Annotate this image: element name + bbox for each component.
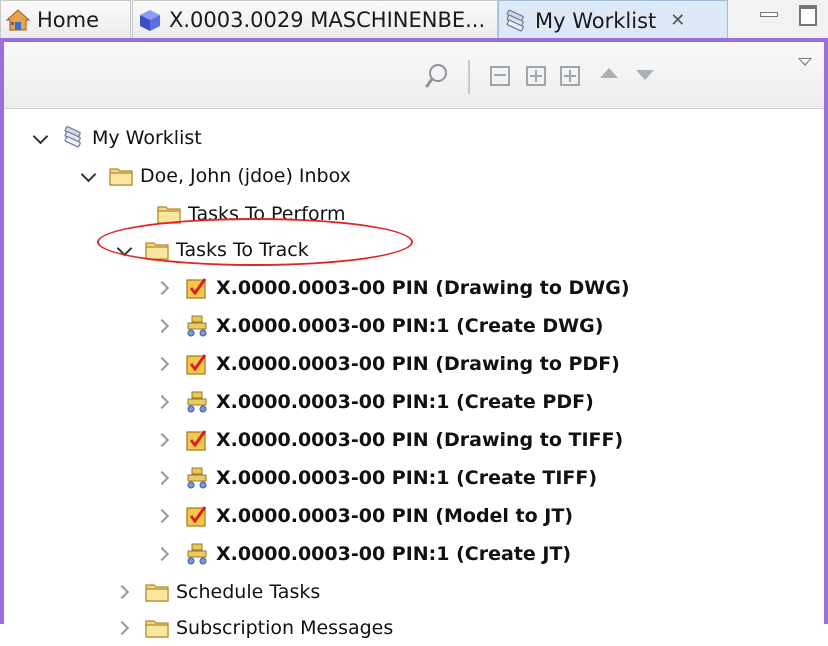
workflow-task-icon: [187, 543, 207, 565]
tab-my-worklist[interactable]: My Worklist ✕: [498, 0, 728, 40]
toolbar-separator: [468, 60, 470, 94]
folder-icon: [145, 242, 169, 260]
tab-item-maschinenbe[interactable]: X.0003.0029 MASCHINENBE...: [132, 0, 498, 38]
maximize-view-button[interactable]: [796, 2, 818, 26]
tree-node-task[interactable]: X.0000.0003-00 PIN (Drawing to PDF): [154, 346, 620, 382]
minimize-view-button[interactable]: [757, 2, 779, 26]
tree-node-label: X.0000.0003-00 PIN (Model to JT): [216, 505, 574, 527]
folder-icon: [145, 584, 169, 602]
tree-node-label: X.0000.0003-00 PIN:1 (Create JT): [216, 543, 572, 565]
tree-node-label: X.0000.0003-00 PIN:1 (Create DWG): [216, 315, 604, 337]
tree-node-tasks-to-track[interactable]: Tasks To Track: [114, 232, 309, 268]
tree-node-label: X.0000.0003-00 PIN (Drawing to PDF): [216, 353, 620, 375]
expanded-chevron-icon[interactable]: [30, 127, 52, 149]
tree-node-task[interactable]: X.0000.0003-00 PIN (Drawing to DWG): [154, 270, 630, 306]
collapsed-chevron-icon[interactable]: [154, 505, 176, 527]
collapsed-chevron-icon[interactable]: [154, 429, 176, 451]
tree-node-schedule-tasks[interactable]: Schedule Tasks: [114, 574, 320, 610]
worklist-icon: [64, 126, 81, 148]
workflow-task-icon: [187, 467, 207, 489]
tree-node-my-worklist[interactable]: My Worklist: [30, 120, 202, 156]
collapsed-chevron-icon[interactable]: [114, 617, 136, 639]
move-down-icon[interactable]: [636, 70, 654, 80]
collapsed-chevron-icon[interactable]: [154, 353, 176, 375]
home-icon: [5, 8, 31, 30]
tree-node-task[interactable]: X.0000.0003-00 PIN (Drawing to TIFF): [154, 422, 623, 458]
item-cube-icon: [140, 9, 160, 31]
tab-item-label: X.0003.0029 MASCHINENBE...: [169, 7, 486, 32]
folder-icon: [109, 168, 133, 186]
tree-node-task[interactable]: X.0000.0003-00 PIN:1 (Create JT): [154, 536, 571, 572]
tree-node-label: Tasks To Perform: [188, 203, 346, 225]
tree-node-label: X.0000.0003-00 PIN:1 (Create PDF): [216, 391, 594, 413]
tree-node-subscription-messages[interactable]: Subscription Messages: [114, 610, 393, 646]
tree-node-label: Subscription Messages: [176, 617, 394, 639]
collapsed-chevron-icon[interactable]: [154, 391, 176, 413]
tree-node-label: My Worklist: [92, 127, 202, 149]
tree-node-label: X.0000.0003-00 PIN:1 (Create TIFF): [216, 467, 598, 489]
folder-icon: [157, 206, 181, 224]
close-tab-icon[interactable]: ✕: [670, 10, 685, 31]
expand-all-icon[interactable]: [560, 66, 580, 86]
workflow-task-icon: [187, 391, 207, 413]
view-toolbar: [4, 42, 824, 109]
collapsed-chevron-icon[interactable]: [154, 543, 176, 565]
move-up-icon[interactable]: [600, 68, 618, 78]
collapse-icon[interactable]: [490, 66, 510, 86]
tree-node-label: Doe, John (jdoe) Inbox: [140, 165, 351, 187]
checkmark-task-icon: [186, 354, 207, 375]
expanded-chevron-icon[interactable]: [114, 239, 136, 261]
search-icon[interactable]: [424, 62, 452, 90]
collapsed-chevron-icon[interactable]: [154, 315, 176, 337]
tab-my-worklist-label: My Worklist: [535, 8, 657, 33]
expand-icon[interactable]: [526, 66, 546, 86]
worklist-icon: [506, 9, 524, 31]
collapsed-chevron-icon[interactable]: [154, 467, 176, 489]
expanded-chevron-icon[interactable]: [78, 165, 100, 187]
tab-home[interactable]: Home: [0, 0, 131, 38]
tree-node-task[interactable]: X.0000.0003-00 PIN:1 (Create PDF): [154, 384, 594, 420]
tree-node-label: Tasks To Track: [176, 239, 309, 261]
tree-node-task[interactable]: X.0000.0003-00 PIN:1 (Create TIFF): [154, 460, 597, 496]
collapsed-chevron-icon[interactable]: [154, 277, 176, 299]
workflow-task-icon: [187, 315, 207, 337]
tree-node-task[interactable]: X.0000.0003-00 PIN:1 (Create DWG): [154, 308, 603, 344]
my-worklist-view: My Worklist Doe, John (jdoe) Inbox Tasks…: [0, 38, 828, 639]
view-menu-icon[interactable]: [798, 58, 812, 66]
tree-node-task[interactable]: X.0000.0003-00 PIN (Model to JT): [154, 498, 573, 534]
tree-node-label: Schedule Tasks: [176, 581, 321, 603]
tab-home-label: Home: [37, 7, 100, 32]
tree-node-label: X.0000.0003-00 PIN (Drawing to TIFF): [216, 429, 624, 451]
folder-icon: [145, 620, 169, 638]
collapsed-chevron-icon[interactable]: [114, 581, 136, 603]
checkmark-task-icon: [186, 506, 207, 527]
tree-node-tasks-to-perform[interactable]: Tasks To Perform: [148, 196, 346, 232]
tree-node-label: X.0000.0003-00 PIN (Drawing to DWG): [216, 277, 630, 299]
checkmark-task-icon: [186, 278, 207, 299]
checkmark-task-icon: [186, 430, 207, 451]
tree-node-inbox[interactable]: Doe, John (jdoe) Inbox: [78, 158, 351, 194]
